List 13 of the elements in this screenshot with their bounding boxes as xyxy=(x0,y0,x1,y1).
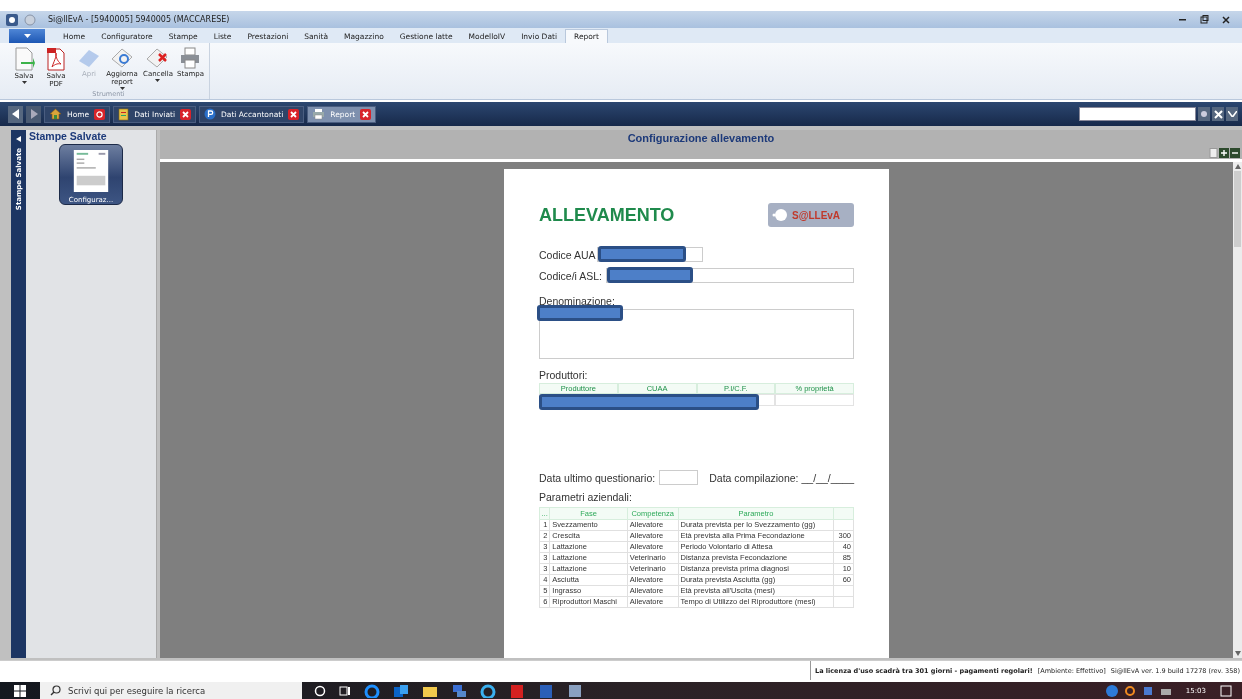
taskbar-search-field[interactable]: Scrivi qui per eseguire la ricerca xyxy=(40,682,302,699)
window-title: Si@llEvA - [5940005] 5940005 (MACCARESE) xyxy=(48,15,230,24)
field-label: Denominazione: xyxy=(539,295,616,307)
field-label: Produttori: xyxy=(539,369,589,381)
field-label: Data ultimo questionario: xyxy=(539,471,656,484)
field-label: Codice/i ASL: xyxy=(539,269,603,282)
field-label: Parametri aziendali: xyxy=(539,491,633,503)
logo: S@LLEvA xyxy=(768,203,854,227)
field-label: Data compilazione: __/__/____ xyxy=(709,471,854,484)
report-title: ALLEVAMENTO xyxy=(539,204,675,226)
panel-title: Stampe Salvate xyxy=(29,130,107,142)
viewer-title: Configurazione allevamento xyxy=(627,131,775,144)
field-label: Codice AUA xyxy=(539,248,596,261)
